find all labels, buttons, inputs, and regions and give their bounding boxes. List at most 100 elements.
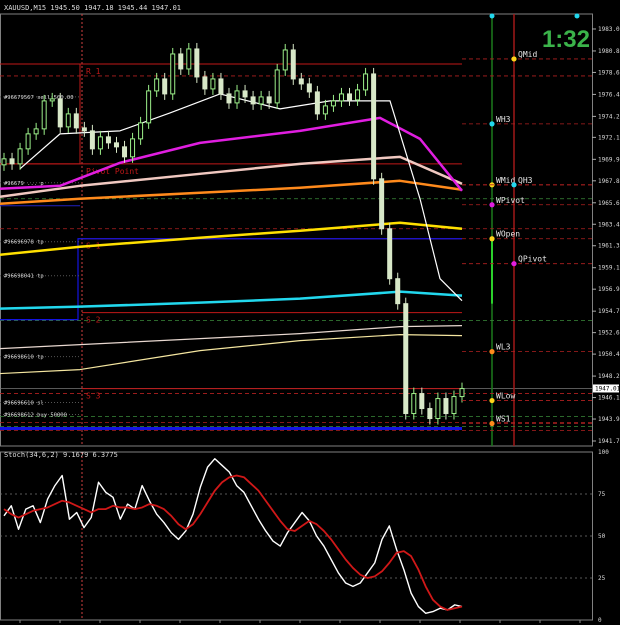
weekly-level-dot — [489, 349, 495, 355]
stoch-signal-line — [3, 474, 463, 611]
candle-body — [218, 78, 224, 95]
candle-body — [387, 228, 393, 280]
price-tick-label: 1976.45 — [598, 91, 620, 98]
trading-chart-window: 1983.00 1980.80 1978.65 1976.45 1974.25 1972.… — [0, 0, 620, 625]
top-marker-dot — [489, 13, 495, 19]
weekly-level-label: WS1 — [496, 415, 511, 424]
pivot-label: R 1 — [86, 67, 101, 76]
order-label: #96698610 tp — [4, 355, 44, 361]
stoch-tick-label: 0 — [598, 617, 602, 624]
candle-body — [162, 78, 168, 95]
weekly-level-label: WLow — [496, 392, 515, 401]
price-tick-label: 1972.15 — [598, 134, 620, 141]
candle-body — [443, 398, 449, 415]
candle-body — [202, 76, 208, 90]
weekly-level-label: QMid — [518, 50, 537, 59]
candle-body — [379, 178, 385, 230]
candle-body — [282, 49, 288, 71]
candle-body — [41, 100, 47, 130]
weekly-level-dot — [511, 56, 517, 62]
candle-body — [371, 73, 377, 180]
candle-body — [138, 122, 144, 140]
candle-body — [403, 303, 409, 415]
pivot-label: S 2 — [86, 316, 101, 325]
candle-body — [234, 90, 240, 104]
candle-body — [338, 93, 344, 102]
weekly-level-label: WOpen — [496, 230, 520, 239]
weekly-level-dot — [489, 202, 495, 208]
weekly-level-label: WH3 — [496, 115, 511, 124]
candle-body — [411, 393, 417, 415]
candle-body — [274, 69, 280, 104]
stochastic-label: Stoch(34,6,2) 9.1679 6.3775 — [4, 451, 118, 459]
candle-body — [105, 136, 111, 144]
stoch-tick-label: 100 — [598, 449, 609, 456]
price-tick-label: 1980.80 — [598, 48, 620, 55]
candle-body — [25, 133, 31, 150]
candle-body — [154, 78, 160, 92]
candle-body — [1, 158, 7, 166]
candle-body — [242, 90, 248, 98]
price-tick-label: 1956.95 — [598, 286, 620, 293]
candle-body — [355, 89, 361, 101]
weekly-level-label: QPivot — [518, 255, 547, 264]
top-marker-dot — [574, 13, 580, 19]
candle-body — [451, 396, 457, 415]
candle-body — [57, 98, 63, 128]
chart-canvas[interactable]: 1983.00 1980.80 1978.65 1976.45 1974.25 1972.… — [0, 0, 620, 625]
candle-body — [459, 388, 465, 398]
order-label: #96696610 sl — [4, 401, 44, 407]
candle-body — [17, 148, 23, 165]
pivot-label: S 3 — [86, 392, 101, 401]
candle-body — [122, 146, 128, 158]
candle-body — [347, 93, 353, 101]
weekly-level-label: WL3 — [496, 343, 511, 352]
stoch-tick-label: 25 — [598, 575, 606, 582]
candle-body — [395, 278, 401, 305]
price-tick-label: 1978.65 — [598, 69, 620, 76]
candle-body — [290, 49, 296, 80]
light-ma — [0, 325, 463, 350]
candle-body — [9, 158, 15, 165]
price-tick-label: 1948.25 — [598, 373, 620, 380]
price-tick-label: 1959.10 — [598, 265, 620, 272]
price-tick-label: 1952.60 — [598, 330, 620, 337]
stoch-tick-label: 75 — [598, 491, 606, 498]
price-tick-label: 1943.95 — [598, 416, 620, 423]
candle-body — [298, 78, 304, 85]
price-tick-label: 1963.45 — [598, 221, 620, 228]
candle-body — [266, 96, 272, 104]
order-label: #96696978 tp — [4, 240, 44, 246]
candle-body — [427, 408, 433, 420]
pivot-label: Pivot Point — [86, 167, 139, 176]
candle-body — [186, 48, 192, 70]
price-tick-label: 1941.75 — [598, 438, 620, 445]
order-label: #96698041 tp — [4, 274, 44, 280]
candle-body — [419, 393, 425, 410]
price-tick-label: 1969.95 — [598, 156, 620, 163]
stoch-main-line — [3, 458, 463, 614]
candle-body — [306, 83, 312, 93]
candle-body — [89, 130, 95, 150]
weekly-level-dot — [489, 397, 495, 404]
candle-body — [33, 128, 39, 135]
price-tick-label: 1950.45 — [598, 351, 620, 358]
candle-body — [314, 91, 320, 115]
order-label: #96698612 buy 50000 — [4, 413, 67, 419]
candle-body — [146, 90, 152, 124]
weekly-level-label: WPivot — [496, 196, 525, 205]
weekly-level-dot — [511, 182, 517, 188]
price-tick-label: 1946.10 — [598, 395, 620, 402]
cyan-ma — [0, 290, 463, 310]
price-tick-label: 1961.30 — [598, 243, 620, 250]
orange-ma — [0, 179, 463, 206]
candle-body — [435, 398, 441, 420]
symbol-label: XAUUSD,M15 1945.50 1947.18 1945.44 1947.… — [4, 4, 182, 12]
candle-body — [178, 53, 184, 70]
price-tick-label: 1974.25 — [598, 113, 620, 120]
bar-timer: 1:32 — [541, 26, 590, 53]
candle-body — [258, 96, 264, 105]
candle-body — [170, 53, 176, 95]
candle-body — [81, 127, 87, 132]
weekly-level-dot — [489, 236, 495, 242]
